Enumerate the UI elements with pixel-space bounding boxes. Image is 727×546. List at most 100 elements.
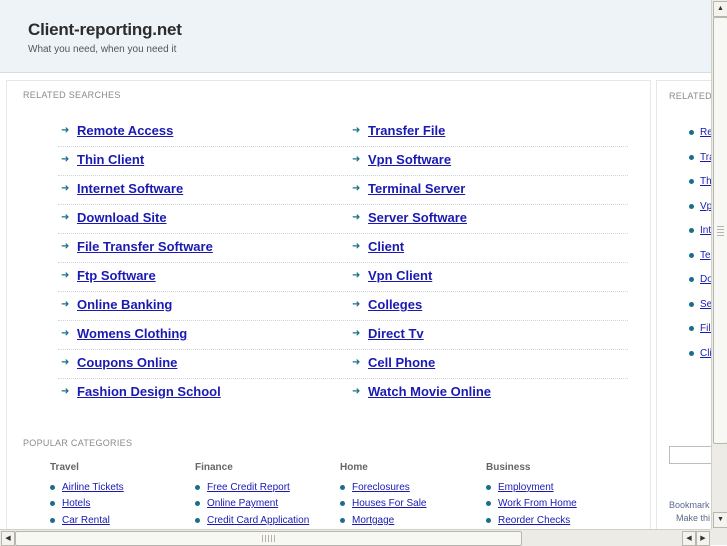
side-related-link[interactable]: Cli (700, 348, 712, 359)
category-item[interactable]: Work From Home (486, 496, 626, 513)
related-search-item[interactable]: ➜ Download Site (61, 210, 167, 225)
bullet-icon (340, 501, 345, 507)
related-search-link[interactable]: Vpn Software (368, 152, 451, 167)
related-search-item[interactable]: ➜ Remote Access (61, 123, 173, 138)
category-link[interactable]: Foreclosures (352, 482, 410, 493)
side-related-item[interactable]: File (689, 323, 712, 334)
arrow-right-icon: ➜ (352, 154, 361, 165)
related-search-link[interactable]: File Transfer Software (77, 239, 213, 254)
category-item[interactable]: Houses For Sale (340, 496, 480, 513)
scroll-up-icon[interactable]: ▲ (713, 1, 727, 17)
related-search-item[interactable]: ➜ Fashion Design School (61, 384, 221, 399)
side-related-item[interactable]: Cli (689, 348, 712, 359)
make-homepage-link[interactable]: Make thi (676, 513, 710, 523)
related-search-item[interactable]: ➜ Transfer File (352, 123, 445, 138)
category-item[interactable]: Free Credit Report (195, 479, 335, 496)
related-search-item[interactable]: ➜ Direct Tv (352, 326, 424, 341)
bookmark-link[interactable]: Bookmark (669, 500, 710, 510)
page-right-icon[interactable]: ▶ (696, 531, 710, 546)
related-search-link[interactable]: Server Software (368, 210, 467, 225)
category-item[interactable]: Foreclosures (340, 479, 480, 496)
related-search-item[interactable]: ➜ Thin Client (61, 152, 144, 167)
side-related-link[interactable]: Th (700, 176, 712, 187)
related-search-item[interactable]: ➜ Internet Software (61, 181, 183, 196)
category-item[interactable]: Airline Tickets (50, 479, 190, 496)
related-search-item[interactable]: ➜ Colleges (352, 297, 422, 312)
arrow-right-icon: ➜ (352, 270, 361, 281)
category-link[interactable]: Houses For Sale (352, 498, 426, 509)
category-link[interactable]: Mortgage (352, 515, 394, 526)
side-related-item[interactable]: Tra (689, 152, 712, 163)
category-link[interactable]: Reorder Checks (498, 515, 570, 526)
related-search-link[interactable]: Colleges (368, 297, 422, 312)
related-search-item[interactable]: ➜ Terminal Server (352, 181, 465, 196)
related-search-link[interactable]: Download Site (77, 210, 167, 225)
category-link[interactable]: Hotels (62, 498, 90, 509)
related-search-link[interactable]: Womens Clothing (77, 326, 187, 341)
related-search-item[interactable]: ➜ Client (352, 239, 404, 254)
related-search-item[interactable]: ➜ Vpn Software (352, 152, 451, 167)
category-item[interactable]: Reorder Checks (486, 512, 626, 529)
side-related-item[interactable]: Re (689, 127, 712, 138)
side-related-item[interactable]: Do (689, 274, 712, 285)
related-search-item[interactable]: ➜ Coupons Online (61, 355, 177, 370)
related-search-item[interactable]: ➜ Server Software (352, 210, 467, 225)
category-link[interactable]: Work From Home (498, 498, 577, 509)
side-related-link[interactable]: Te (700, 250, 711, 261)
related-search-item[interactable]: ➜ File Transfer Software (61, 239, 213, 254)
site-title[interactable]: Client-reporting.net (28, 20, 182, 40)
category-item[interactable]: Car Rental (50, 512, 190, 529)
related-search-item[interactable]: ➜ Watch Movie Online (352, 384, 491, 399)
related-search-link[interactable]: Online Banking (77, 297, 172, 312)
vertical-scroll-thumb[interactable] (713, 17, 727, 444)
side-related-item[interactable]: Inte (689, 225, 712, 236)
related-searches-label: RELATED SEARCHES (23, 90, 121, 100)
arrow-right-icon: ➜ (61, 183, 70, 194)
related-search-link[interactable]: Ftp Software (77, 268, 156, 283)
category-item[interactable]: Hotels (50, 496, 190, 513)
category-link[interactable]: Credit Card Application (207, 515, 309, 526)
related-search-link[interactable]: Client (368, 239, 404, 254)
arrow-right-icon: ➜ (61, 328, 70, 339)
related-search-link[interactable]: Terminal Server (368, 181, 465, 196)
related-search-link[interactable]: Vpn Client (368, 268, 432, 283)
related-search-link[interactable]: Remote Access (77, 123, 173, 138)
page-left-icon[interactable]: ◀ (682, 531, 696, 546)
side-related-item[interactable]: Th (689, 176, 712, 187)
category-link[interactable]: Online Payment (207, 498, 278, 509)
vertical-scrollbar[interactable]: ▲ ▼ (711, 0, 727, 529)
related-search-item[interactable]: ➜ Online Banking (61, 297, 172, 312)
related-search-link[interactable]: Internet Software (77, 181, 183, 196)
related-search-link[interactable]: Cell Phone (368, 355, 435, 370)
scroll-left-icon[interactable]: ◀ (1, 531, 15, 546)
related-search-link[interactable]: Direct Tv (368, 326, 424, 341)
related-search-link[interactable]: Coupons Online (77, 355, 177, 370)
category-item[interactable]: Employment (486, 479, 626, 496)
related-search-item[interactable]: ➜ Ftp Software (61, 268, 156, 283)
related-search-item[interactable]: ➜ Vpn Client (352, 268, 432, 283)
category-link[interactable]: Car Rental (62, 515, 110, 526)
category-item[interactable]: Credit Card Application (195, 512, 335, 529)
related-search-item[interactable]: ➜ Cell Phone (352, 355, 435, 370)
horizontal-scroll-thumb[interactable] (15, 531, 522, 546)
category-item[interactable]: Mortgage (340, 512, 480, 529)
horizontal-scrollbar[interactable]: ◀ ◀ ▶ (0, 529, 711, 546)
related-search-link[interactable]: Fashion Design School (77, 384, 221, 399)
related-search-link[interactable]: Transfer File (368, 123, 445, 138)
category-link[interactable]: Airline Tickets (62, 482, 124, 493)
scroll-down-icon[interactable]: ▼ (713, 512, 727, 528)
category-link[interactable]: Employment (498, 482, 554, 493)
side-search-input[interactable] (669, 446, 712, 464)
category-item[interactable]: Online Payment (195, 496, 335, 513)
side-related-item[interactable]: Vp (689, 201, 712, 212)
bullet-icon (689, 228, 694, 233)
related-search-item[interactable]: ➜ Womens Clothing (61, 326, 187, 341)
category-heading: Home (340, 462, 368, 473)
side-related-item[interactable]: Se (689, 299, 712, 310)
related-search-link[interactable]: Watch Movie Online (368, 384, 491, 399)
related-search-link[interactable]: Thin Client (77, 152, 144, 167)
side-related-item[interactable]: Te (689, 250, 711, 261)
bullet-icon (50, 484, 55, 490)
bullet-icon (689, 179, 694, 184)
category-link[interactable]: Free Credit Report (207, 482, 290, 493)
